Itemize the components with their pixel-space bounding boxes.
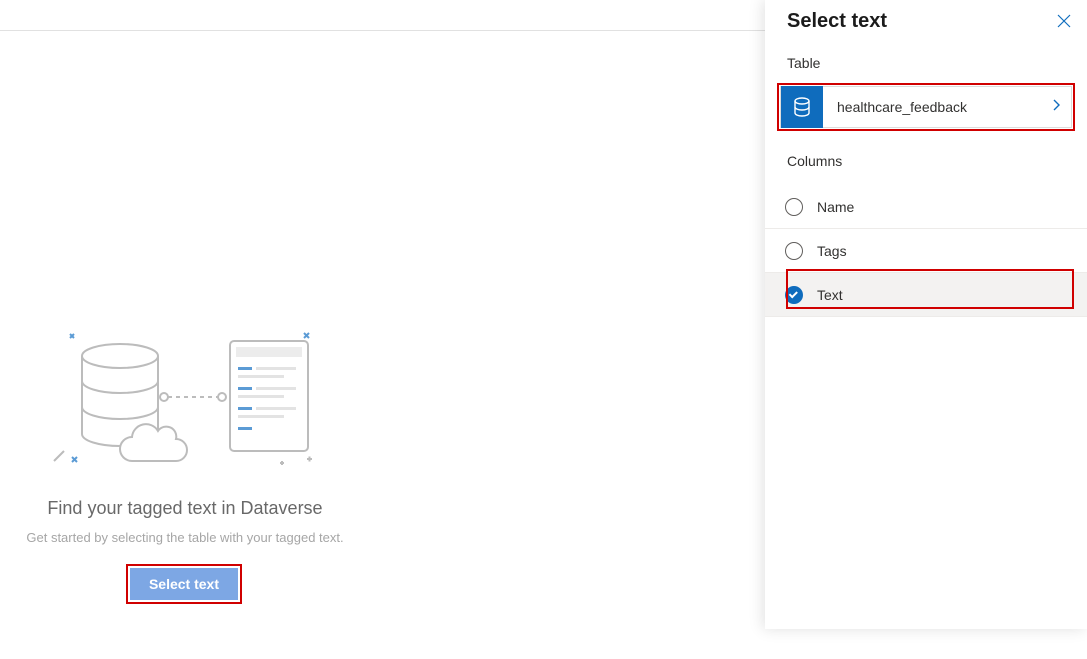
select-text-button[interactable]: Select text [130,568,238,600]
main-content [0,30,765,659]
columns-section-label: Columns [765,131,1087,181]
table-selector[interactable]: healthcare_feedback [780,86,1072,128]
column-label: Name [817,199,854,215]
column-row-tags[interactable]: Tags [765,229,1087,273]
panel-title: Select text [787,10,887,33]
panel-header: Select text [765,6,1087,43]
columns-list: Name Tags Text [765,185,1087,317]
database-icon [781,86,823,128]
table-section-label: Table [765,43,1087,83]
column-label: Tags [817,243,847,259]
radio-checked-icon [785,286,803,304]
dataverse-illustration [50,331,320,481]
column-label: Text [817,287,843,303]
main-heading: Find your tagged text in Dataverse [0,498,370,519]
radio-icon [785,242,803,260]
illustration-svg [50,331,320,481]
close-icon[interactable] [1057,13,1071,31]
table-selector-highlight: healthcare_feedback [777,83,1075,131]
table-name: healthcare_feedback [823,99,1051,115]
column-row-text[interactable]: Text [765,273,1087,317]
main-subtext: Get started by selecting the table with … [0,530,370,545]
chevron-right-icon [1051,98,1071,117]
radio-icon [785,198,803,216]
select-text-panel: Select text Table healthcare_feedback Co… [765,0,1087,629]
column-row-name[interactable]: Name [765,185,1087,229]
